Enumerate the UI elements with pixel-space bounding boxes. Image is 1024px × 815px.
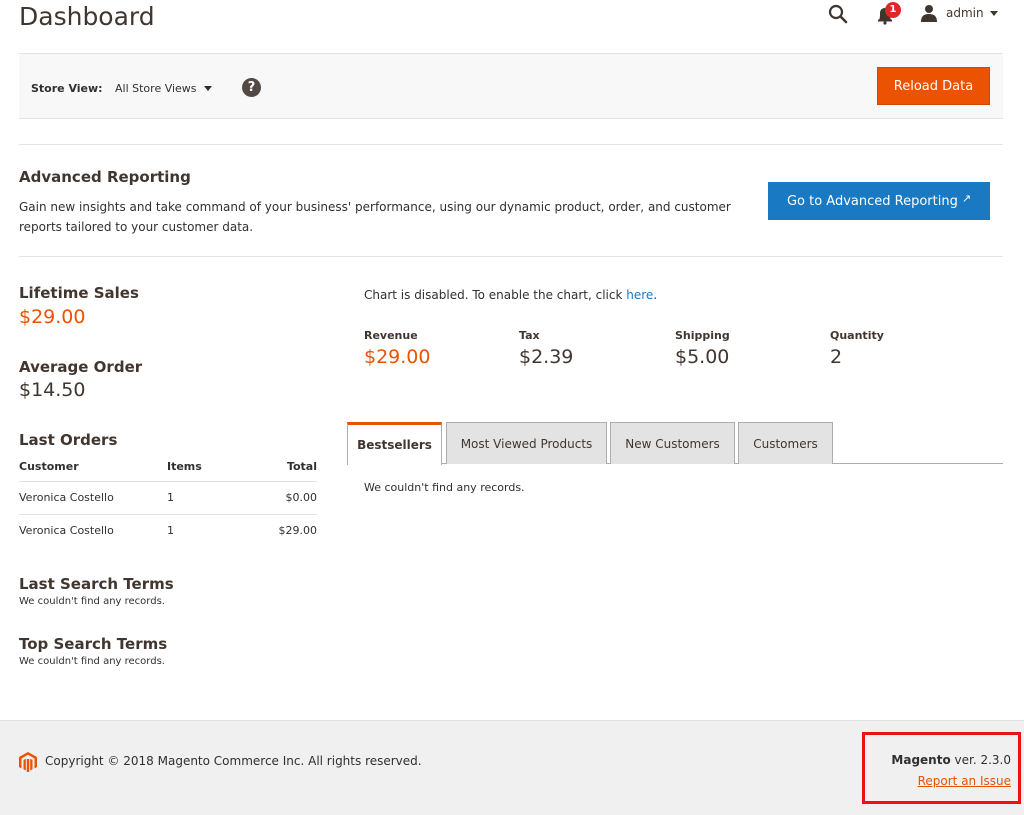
- table-row[interactable]: Veronica Costello 1 $0.00: [19, 481, 317, 515]
- chart-message-text: Chart is disabled. To enable the chart, …: [364, 288, 627, 302]
- last-search-terms-title: Last Search Terms: [19, 575, 174, 593]
- dashboard-tabs: Bestsellers Most Viewed Products New Cus…: [347, 422, 1003, 465]
- enable-chart-link[interactable]: here: [626, 288, 653, 302]
- tab-most-viewed-products[interactable]: Most Viewed Products: [446, 422, 607, 464]
- store-view-label: Store View:: [31, 82, 103, 95]
- column-header-items: Items: [167, 452, 257, 482]
- advanced-reporting-button-label: Go to Advanced Reporting: [786, 193, 958, 209]
- copyright-text: Copyright © 2018 Magento Commerce Inc. A…: [45, 754, 422, 768]
- order-total: $29.00: [278, 524, 318, 538]
- advanced-reporting-title: Advanced Reporting: [19, 168, 191, 186]
- order-items: 1: [167, 481, 257, 515]
- revenue-value: $29.00: [364, 346, 431, 368]
- average-order-value: $14.50: [19, 379, 86, 401]
- tab-new-customers[interactable]: New Customers: [610, 422, 735, 464]
- external-link-icon: ↗: [961, 191, 972, 205]
- page-title: Dashboard: [19, 2, 155, 31]
- tab-bestsellers[interactable]: Bestsellers: [347, 422, 442, 465]
- order-total: $0.00: [257, 481, 317, 515]
- quantity-label: Quantity: [830, 329, 884, 342]
- user-icon: [921, 5, 937, 22]
- tab-content-empty: We couldn't find any records.: [364, 481, 525, 494]
- store-view-switcher[interactable]: All Store Views: [115, 82, 212, 95]
- admin-user-menu[interactable]: admin: [920, 3, 998, 23]
- order-customer: Veronica Costello: [19, 524, 114, 538]
- column-header-customer: Customer: [19, 452, 167, 482]
- shipping-value: $5.00: [675, 346, 730, 368]
- table-header-row: Customer Items Total: [19, 452, 317, 482]
- admin-username: admin: [946, 6, 984, 20]
- lifetime-sales-label: Lifetime Sales: [19, 284, 139, 302]
- chevron-down-icon: [203, 86, 212, 91]
- revenue-label: Revenue: [364, 329, 418, 342]
- report-an-issue-link[interactable]: Report an Issue: [918, 774, 1011, 788]
- store-view-selected: All Store Views: [115, 82, 197, 95]
- table-row[interactable]: Veronica Costello 1 $29.00: [19, 514, 317, 547]
- tab-customers[interactable]: Customers: [738, 422, 833, 464]
- tax-value: $2.39: [519, 346, 574, 368]
- store-view-bar: Store View: All Store Views ? Reload Dat…: [19, 53, 1003, 119]
- magento-logo-icon: [19, 752, 37, 772]
- top-search-terms-title: Top Search Terms: [19, 635, 168, 653]
- chevron-down-icon: [989, 10, 998, 16]
- divider: [19, 144, 1003, 145]
- go-to-advanced-reporting-button[interactable]: Go to Advanced Reporting ↗: [768, 182, 990, 220]
- order-customer: Veronica Costello: [19, 481, 167, 515]
- chart-message-end: .: [653, 288, 658, 302]
- help-icon[interactable]: ?: [242, 78, 261, 97]
- page-footer: Copyright © 2018 Magento Commerce Inc. A…: [0, 720, 1024, 815]
- version-text: ver. 2.3.0: [950, 753, 1011, 767]
- order-items: 1: [167, 524, 174, 538]
- column-header-total: Total: [257, 452, 317, 482]
- magento-version: Magento ver. 2.3.0: [891, 753, 1011, 767]
- page-header: Dashboard 1 admin: [0, 0, 1024, 50]
- highlight-box: [862, 732, 1021, 804]
- last-search-terms-empty: We couldn't find any records.: [19, 596, 165, 607]
- chart-disabled-message: Chart is disabled. To enable the chart, …: [364, 288, 657, 302]
- notification-badge: 1: [885, 2, 901, 18]
- shipping-label: Shipping: [675, 329, 730, 342]
- reload-data-button[interactable]: Reload Data: [877, 67, 990, 105]
- divider: [19, 256, 1003, 257]
- lifetime-sales-value: $29.00: [19, 306, 86, 328]
- search-icon[interactable]: [828, 4, 848, 24]
- magento-brand: Magento: [891, 753, 951, 767]
- quantity-value: 2: [830, 346, 843, 368]
- tax-label: Tax: [519, 329, 540, 342]
- top-search-terms-empty: We couldn't find any records.: [19, 656, 165, 667]
- advanced-reporting-description: Gain new insights and take command of yo…: [19, 200, 731, 234]
- last-orders-title: Last Orders: [19, 431, 118, 449]
- average-order-label: Average Order: [19, 358, 143, 376]
- last-orders-table: Customer Items Total Veronica Costello 1…: [19, 452, 317, 547]
